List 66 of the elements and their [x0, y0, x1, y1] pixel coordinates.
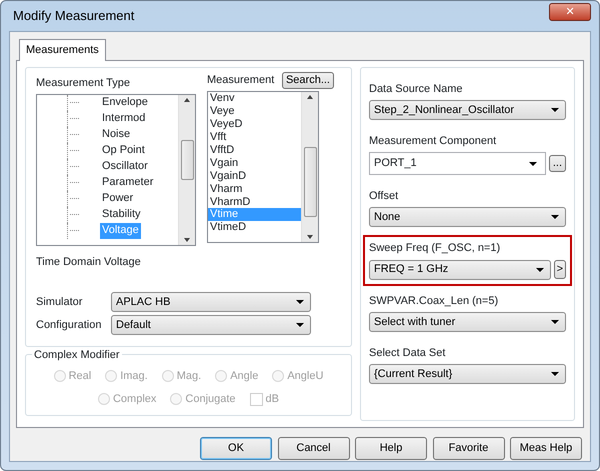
tree-item[interactable]: Noise	[100, 126, 132, 143]
caret-icon	[551, 320, 559, 324]
simulator-label: Simulator	[36, 295, 84, 310]
dialog-button[interactable]: Cancel	[278, 436, 350, 460]
radio-label: Conjugate	[185, 392, 236, 407]
dialog-button[interactable]: Favorite	[432, 436, 504, 460]
search-button[interactable]: Search...	[282, 72, 334, 88]
list-item[interactable]: Vfft	[208, 130, 301, 144]
description-text: Time Domain Voltage	[36, 254, 142, 270]
group-title: Complex Modifier	[32, 349, 122, 361]
field-label: SWPVAR.Coax_Len (n=5)	[369, 294, 500, 308]
scrollbar[interactable]	[301, 92, 318, 242]
next-button[interactable]: >	[554, 260, 566, 279]
dialog-button[interactable]: Help	[355, 436, 427, 460]
radio-label: Real	[68, 368, 92, 384]
list-item[interactable]: VgainD	[208, 170, 301, 183]
dropdown[interactable]: {Current Result}	[369, 364, 566, 384]
caret-icon	[551, 372, 559, 376]
field-label: Sweep Freq (F_OSC, n=1)	[369, 241, 502, 256]
dropdown[interactable]: FREQ = 1 GHz	[369, 260, 551, 280]
caret-icon	[296, 300, 304, 304]
browse-button[interactable]: ...	[548, 155, 566, 172]
caret-icon	[551, 108, 559, 112]
dropdown[interactable]: None	[369, 207, 566, 228]
window-title: Modify Measurement	[12, 7, 134, 26]
configuration-dropdown[interactable]: Default	[111, 315, 311, 335]
list-item[interactable]: VfftD	[208, 144, 301, 157]
radio-label: Complex	[112, 392, 156, 407]
field-label: Select Data Set	[369, 346, 446, 361]
combo-field[interactable]: PORT_1	[369, 152, 546, 175]
measurement-label: Measurement	[207, 72, 274, 88]
checkbox-label: dB	[266, 392, 280, 407]
simulator-dropdown[interactable]: APLAC HB	[111, 292, 311, 312]
list-item[interactable]: Venv	[208, 92, 301, 106]
radio-label: Mag.	[176, 368, 202, 384]
dialog-button[interactable]: OK	[200, 436, 272, 460]
dropdown[interactable]: Select with tuner	[369, 312, 566, 332]
tree-item[interactable]: Power	[100, 190, 136, 207]
list-item[interactable]: Veye	[208, 105, 301, 118]
configuration-label: Configuration	[36, 318, 102, 333]
radio-label: Imag.	[120, 368, 148, 384]
list-item[interactable]: VtimeD	[208, 221, 301, 234]
tab[interactable]: Measurements	[19, 39, 106, 60]
field-label: Data Source Name	[369, 82, 464, 96]
tree-item[interactable]: Oscillator	[100, 158, 150, 175]
tree-item[interactable]: Parameter	[100, 174, 156, 191]
dropdown[interactable]: Step_2_Nonlinear_Oscillator	[369, 100, 566, 120]
list-item[interactable]: VeyeD	[208, 118, 301, 131]
list-item[interactable]: Vharm	[208, 182, 301, 196]
caret-icon	[536, 268, 544, 272]
scrollbar[interactable]	[178, 94, 195, 245]
field-label: Offset	[369, 189, 400, 204]
caret-icon	[296, 323, 304, 327]
caret-icon	[551, 215, 559, 220]
tree-item[interactable]: Intermod	[100, 110, 148, 127]
tree-item[interactable]: Envelope	[100, 94, 150, 111]
dialog-button[interactable]: Meas Help	[510, 436, 582, 460]
radio-label: Angle	[230, 368, 258, 384]
field-label: Measurement Component	[369, 134, 498, 149]
tree-item[interactable]: Op Point	[100, 142, 147, 159]
list-item[interactable]: VharmD	[208, 196, 301, 208]
caret-icon	[529, 162, 538, 166]
tree-item[interactable]: Stability	[100, 206, 143, 223]
list-item[interactable]: Vgain	[208, 156, 301, 170]
measurement-type-label: Measurement Type	[36, 76, 131, 90]
radio-label: AngleU	[287, 368, 324, 384]
